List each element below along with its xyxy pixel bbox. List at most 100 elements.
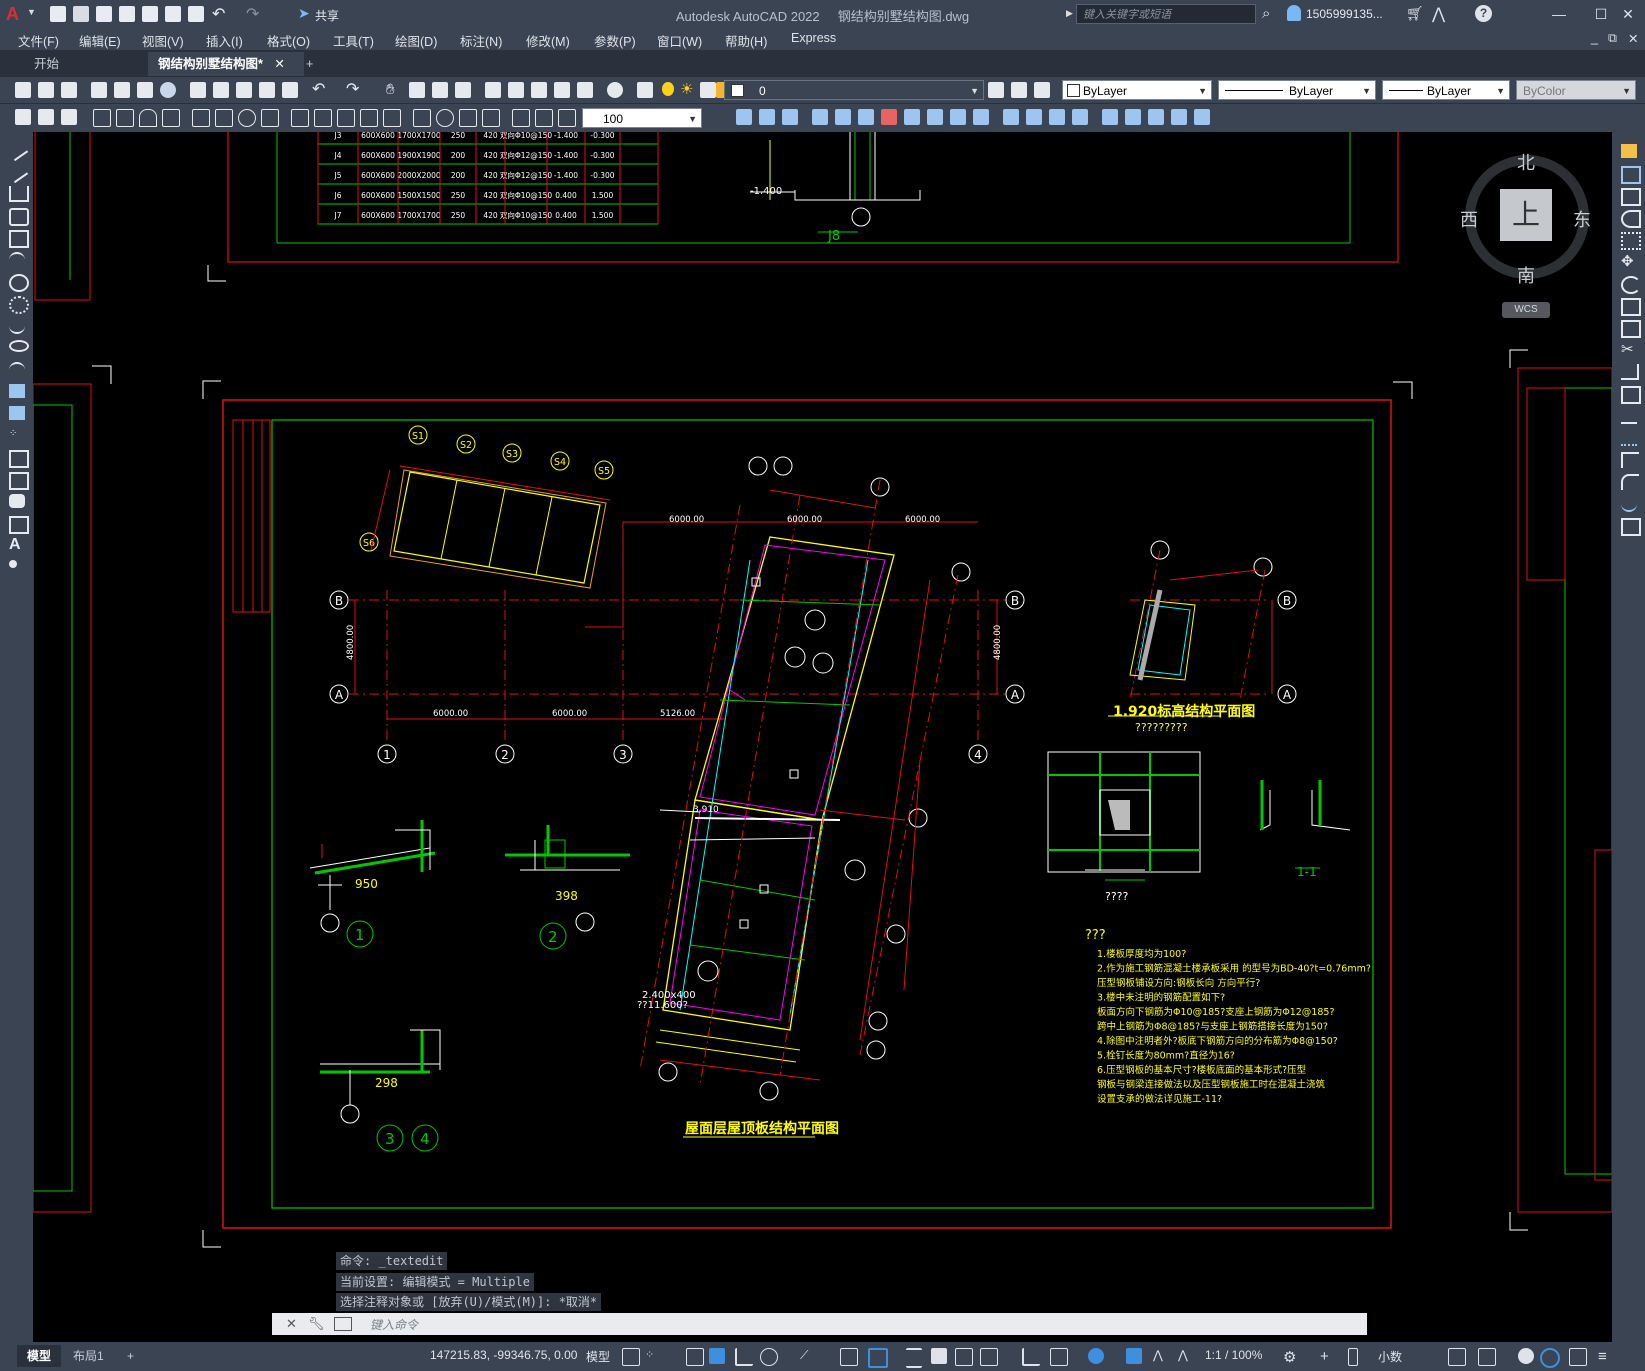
layout1-tab[interactable]: 布局1	[63, 1345, 114, 1367]
trim-icon[interactable]: ✂︎	[1621, 340, 1637, 358]
blue-tool-3-icon[interactable]	[782, 109, 798, 125]
tab-drawing[interactable]: 钢结构别墅结构图* ✕	[148, 52, 304, 76]
dim-jogged-icon[interactable]	[215, 109, 233, 127]
annotation-plus-icon[interactable]: +	[1320, 1348, 1336, 1365]
blue-tool-4-icon[interactable]	[812, 109, 828, 125]
dim-continue-icon[interactable]	[337, 109, 355, 127]
ellipse-icon[interactable]	[9, 340, 29, 352]
quick-dim-icon[interactable]	[291, 109, 309, 127]
copy-icon[interactable]	[213, 82, 229, 98]
osnap-icon[interactable]	[840, 1348, 858, 1366]
maximize-button[interactable]: ☐	[1589, 4, 1613, 24]
drawing-canvas[interactable]: J3 600X600 1700X1700 250 420 双向Φ10@150 -1.400-…	[33, 132, 1612, 1342]
menu-insert[interactable]: 插入(I)	[206, 31, 243, 50]
lineweight-select[interactable]: ByLayer ▼	[1382, 80, 1510, 100]
mirror-icon[interactable]	[1621, 188, 1641, 206]
qnew-icon[interactable]	[15, 82, 31, 98]
dim-radius-icon[interactable]	[192, 109, 210, 127]
doc-minimize-button[interactable]: _	[1591, 31, 1598, 45]
erase-icon[interactable]	[1621, 144, 1637, 158]
menu-modify[interactable]: 修改(M)	[526, 31, 570, 50]
annotation-scale-icon[interactable]: ⋀	[1178, 1348, 1194, 1364]
blue-tool-19-icon[interactable]	[1171, 109, 1187, 125]
tab-close-icon[interactable]: ✕	[274, 57, 284, 71]
tool-palettes-icon[interactable]	[531, 82, 547, 98]
mtext-icon[interactable]: A	[9, 536, 25, 553]
center-mark-icon[interactable]	[436, 109, 454, 127]
join-icon[interactable]	[1621, 430, 1637, 446]
menu-view[interactable]: 视图(V)	[142, 31, 184, 50]
blue-tool-5-icon[interactable]	[835, 109, 851, 125]
blue-tool-15-icon[interactable]	[1072, 109, 1088, 125]
viewcube-east[interactable]: 东	[1573, 206, 1591, 232]
blue-tool-13-icon[interactable]	[1026, 109, 1042, 125]
user-name[interactable]: 1505999135...	[1306, 7, 1383, 21]
menu-draw[interactable]: 绘图(D)	[395, 31, 437, 50]
sheet-set-icon[interactable]	[554, 82, 570, 98]
layer-states-icon[interactable]	[1034, 82, 1050, 98]
polyline-icon[interactable]	[9, 186, 29, 202]
hatch-icon[interactable]	[9, 450, 29, 468]
dim-ordinate-icon[interactable]	[162, 109, 180, 127]
linetype-select[interactable]: ByLayer ▼	[1218, 80, 1376, 100]
menu-dimension[interactable]: 标注(N)	[460, 31, 502, 50]
copy-icon[interactable]	[1621, 166, 1641, 184]
jogged-linear-icon[interactable]	[482, 109, 500, 127]
blue-tool-8-icon[interactable]	[904, 109, 920, 125]
polar-icon[interactable]	[735, 1348, 753, 1366]
close-button[interactable]: ✕	[1616, 4, 1640, 24]
dim-edit-icon[interactable]	[512, 109, 530, 127]
blue-tool-7-icon[interactable]	[881, 109, 897, 125]
explode-icon[interactable]	[1621, 518, 1641, 536]
blue-tool-14-icon[interactable]	[1049, 109, 1065, 125]
menu-format[interactable]: 格式(O)	[267, 31, 310, 50]
add-layout-button[interactable]: +	[117, 1345, 144, 1367]
blue-tool-9-icon[interactable]	[927, 109, 943, 125]
construction-line-icon[interactable]	[5, 160, 29, 184]
color-select[interactable]: ByLayer ▼	[1062, 80, 1212, 100]
ortho-icon[interactable]	[709, 1348, 725, 1364]
model-tab[interactable]: 模型	[17, 1345, 62, 1367]
point-icon[interactable]: ⁘	[9, 428, 25, 442]
scale-icon[interactable]	[1621, 298, 1641, 316]
annotation-visibility-icon[interactable]	[1126, 1348, 1142, 1364]
make-current-layer-icon[interactable]	[988, 82, 1004, 98]
ellipse-arc-icon[interactable]	[9, 362, 25, 378]
print-icon[interactable]	[91, 82, 107, 98]
fillet-icon[interactable]	[1621, 474, 1639, 490]
dim-aligned-icon[interactable]	[116, 109, 134, 127]
blue-tool-6-icon[interactable]	[858, 109, 874, 125]
help-icon[interactable]	[607, 82, 623, 98]
workspace-gear-icon[interactable]: ⚙	[1283, 1348, 1299, 1366]
layer-properties-icon[interactable]	[637, 82, 653, 98]
units-icon[interactable]	[1348, 1348, 1358, 1366]
chamfer-icon[interactable]	[1621, 452, 1639, 468]
add-selected-icon[interactable]	[9, 560, 17, 568]
annotation-monitor-icon[interactable]	[1088, 1348, 1104, 1364]
search-input[interactable]: 键入关键字或短语	[1076, 4, 1256, 24]
tolerance-icon[interactable]	[413, 109, 431, 127]
cut-icon[interactable]	[190, 82, 206, 98]
viewcube-south[interactable]: 南	[1517, 262, 1535, 288]
move-icon[interactable]: ✥	[1621, 252, 1637, 270]
break-point-icon[interactable]	[1621, 386, 1641, 404]
pan-icon[interactable]: ✋︎	[386, 82, 402, 98]
circle-icon[interactable]	[9, 274, 29, 292]
plotstyle-select[interactable]: ByColor ▼	[1516, 80, 1636, 100]
dim-baseline-icon[interactable]	[314, 109, 332, 127]
dim-diameter-icon[interactable]	[238, 109, 256, 127]
command-customize-icon[interactable]: 🔧︎	[308, 1316, 325, 1332]
search-icon[interactable]: ⌕	[1262, 5, 1270, 22]
match-properties-icon[interactable]	[259, 82, 275, 98]
gizmo-icon[interactable]	[1050, 1348, 1068, 1366]
menu-help[interactable]: 帮助(H)	[725, 31, 767, 50]
extend-icon[interactable]	[1621, 364, 1639, 380]
array-icon[interactable]	[1621, 232, 1641, 250]
stretch-icon[interactable]	[1621, 320, 1641, 338]
blue-tool-17-icon[interactable]	[1125, 109, 1141, 125]
blue-tool-12-icon[interactable]	[1003, 109, 1019, 125]
doc-restore-button[interactable]: ⧉	[1608, 31, 1617, 46]
line-icon[interactable]	[5, 138, 29, 162]
redo-icon[interactable]: ↷	[346, 82, 362, 98]
zoom-previous-icon[interactable]	[455, 82, 471, 98]
